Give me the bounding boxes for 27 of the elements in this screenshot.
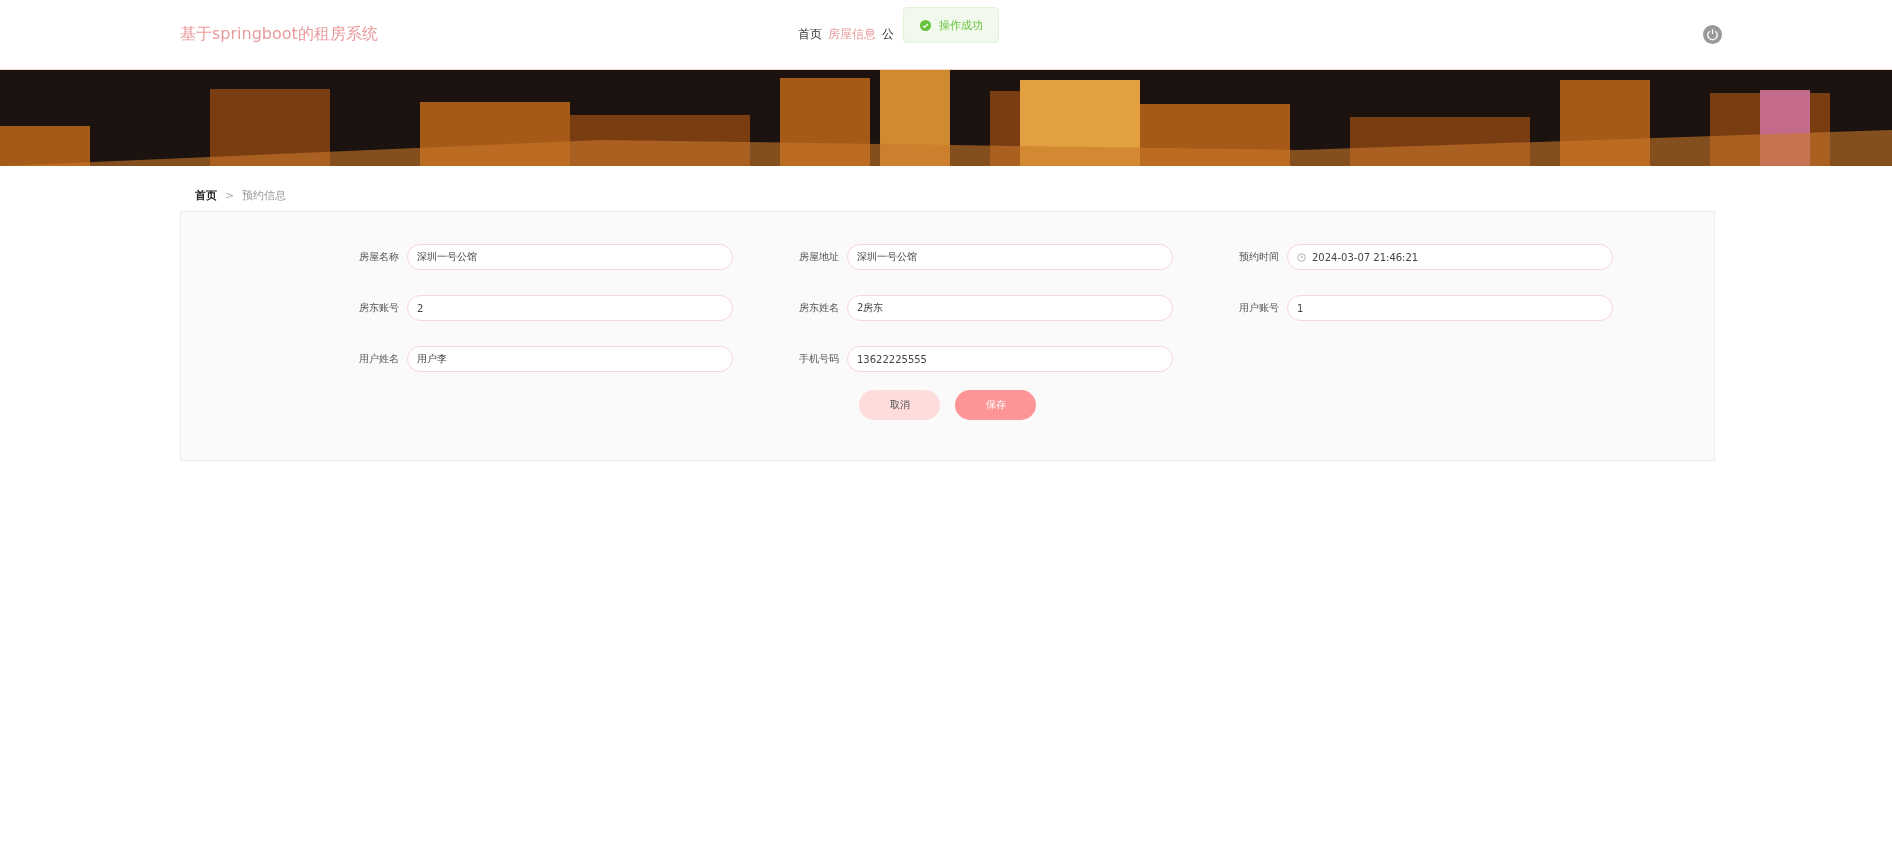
input-field[interactable]: 2 [407,295,733,321]
cancel-button[interactable]: 取消 [859,390,940,420]
breadcrumb-item: 预约信息 [242,188,287,203]
field-label: 预约时间 [1238,250,1279,264]
site-title: 基于springboot的租房系统 [180,24,379,45]
input-field[interactable]: 2房东 [847,295,1173,321]
field-label: 用户姓名 [358,352,399,366]
field-label: 用户账号 [1238,301,1279,315]
input-field[interactable]: 1 [1287,295,1613,321]
breadcrumb-item[interactable]: 首页 [195,188,217,203]
field-label: 手机号码 [798,352,839,366]
field-label: 房屋名称 [358,250,399,264]
breadcrumb-separator: > [225,189,235,202]
input-field[interactable]: 用户李 [407,346,733,372]
power-icon[interactable] [1703,25,1722,44]
field-label: 房东姓名 [798,301,839,315]
datetime-field[interactable]: 2024-03-07 21:46:21 [1287,244,1613,270]
input-field[interactable]: 13622225555 [847,346,1173,372]
nav-link[interactable]: 首页 [798,26,822,43]
toast-message: 操作成功 [939,17,983,33]
clock-icon [1297,252,1306,262]
input-field[interactable]: 深圳一号公馆 [847,244,1173,270]
nav-link[interactable]: 公 [882,26,894,43]
field-label: 房屋地址 [798,250,839,264]
field-label: 房东账号 [358,301,399,315]
check-circle-icon [920,19,931,31]
input-field[interactable]: 深圳一号公馆 [407,244,733,270]
